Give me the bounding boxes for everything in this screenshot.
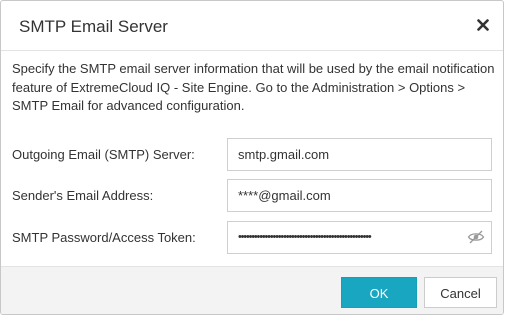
sender-email-input[interactable]: ****@gmail.com — [227, 179, 492, 212]
cancel-button[interactable]: Cancel — [424, 277, 497, 308]
password-row: SMTP Password/Access Token: ••••••••••••… — [1, 221, 503, 254]
server-row: Outgoing Email (SMTP) Server: smtp.gmail… — [1, 138, 503, 171]
dialog-description: Specify the SMTP email server informatio… — [12, 61, 495, 113]
sender-label: Sender's Email Address: — [12, 188, 154, 203]
dialog-footer: OK Cancel — [1, 266, 503, 314]
password-input[interactable]: ••••••••••••••••••••••••••••••••••••••••… — [227, 221, 492, 254]
server-label: Outgoing Email (SMTP) Server: — [12, 147, 195, 162]
smtp-server-input[interactable]: smtp.gmail.com — [227, 138, 492, 171]
dialog-title: SMTP Email Server — [19, 17, 168, 36]
smtp-email-server-dialog: SMTP Email Server Specify the SMTP email… — [0, 0, 504, 315]
dialog-body: Specify the SMTP email server informatio… — [1, 52, 503, 266]
dialog-header: SMTP Email Server — [1, 1, 503, 51]
eye-slash-icon[interactable] — [467, 230, 485, 244]
sender-row: Sender's Email Address: ****@gmail.com — [1, 179, 503, 212]
close-icon[interactable] — [474, 16, 492, 34]
password-label: SMTP Password/Access Token: — [12, 230, 196, 245]
ok-button[interactable]: OK — [341, 277, 417, 308]
